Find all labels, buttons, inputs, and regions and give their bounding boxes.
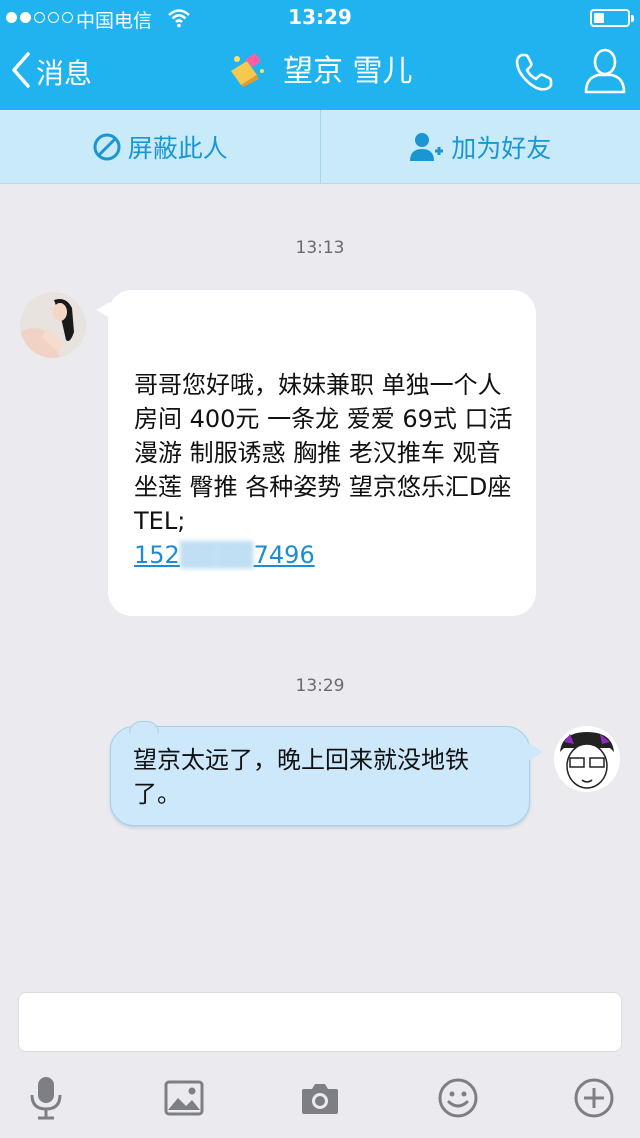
block-user-label: 屏蔽此人: [127, 133, 228, 163]
vip-badge-icon: [227, 51, 267, 95]
emoji-icon: [438, 1078, 478, 1118]
plus-icon: [574, 1078, 614, 1118]
message-input-wrapper: [18, 992, 622, 1052]
message-timestamp: 13:29: [295, 676, 345, 696]
nav-bar: 消息 望京 雪儿: [0, 36, 640, 110]
add-friend-icon: [410, 132, 444, 161]
phone-number-link[interactable]: 152▒▒▒▒7496: [134, 541, 315, 569]
phone-icon: [515, 53, 553, 91]
incoming-message-body: 哥哥您好哦，妹妹兼职 单独一个人房间 400元 一条龙 爱爱 69式 口活 漫游…: [134, 371, 513, 535]
incoming-message-bubble[interactable]: 哥哥您好哦，妹妹兼职 单独一个人房间 400元 一条龙 爱爱 69式 口活 漫游…: [96, 290, 536, 616]
image-icon: [164, 1080, 204, 1116]
outgoing-message-bubble[interactable]: 望京太远了，晚上回来就没地铁了。: [110, 721, 543, 826]
incoming-message-text: 哥哥您好哦，妹妹兼职 单独一个人房间 400元 一条龙 爱爱 69式 口活 漫游…: [134, 368, 520, 572]
message-timestamp: 13:13: [295, 238, 345, 258]
camera-icon: [302, 1084, 338, 1114]
contact-avatar[interactable]: [20, 292, 86, 358]
message-input[interactable]: [19, 993, 621, 1051]
outgoing-message-text: 望京太远了，晚上回来就没地铁了。: [133, 746, 469, 808]
status-time: 13:29: [288, 5, 352, 29]
action-bar: 屏蔽此人 加为好友: [0, 110, 640, 184]
chat-title-text: 望京 雪儿: [283, 54, 413, 89]
image-button[interactable]: [158, 1072, 210, 1124]
bubble-decoration: [129, 721, 159, 733]
emoji-button[interactable]: [432, 1072, 484, 1124]
add-friend-button[interactable]: 加为好友: [319, 110, 640, 183]
voice-button[interactable]: [20, 1072, 72, 1124]
block-user-button[interactable]: 屏蔽此人: [0, 110, 320, 183]
phone-number-start: 152: [134, 541, 180, 569]
block-icon: [93, 133, 121, 160]
user-avatar[interactable]: [554, 726, 620, 792]
camera-button[interactable]: [294, 1072, 346, 1124]
profile-button[interactable]: [582, 46, 628, 96]
header: 中国电信 13:29 消息 望京 雪儿: [0, 0, 640, 110]
profile-icon: [584, 48, 626, 94]
composer-toolbar: [0, 1060, 640, 1138]
phone-number-masked: ▒▒▒▒: [179, 541, 254, 569]
more-button[interactable]: [568, 1072, 620, 1124]
add-friend-label: 加为好友: [451, 133, 552, 163]
battery-icon: [590, 9, 634, 27]
phone-number-end: 7496: [253, 541, 315, 569]
microphone-icon: [30, 1077, 62, 1120]
phone-call-button[interactable]: [512, 50, 556, 94]
status-bar: 中国电信 13:29: [0, 0, 640, 36]
